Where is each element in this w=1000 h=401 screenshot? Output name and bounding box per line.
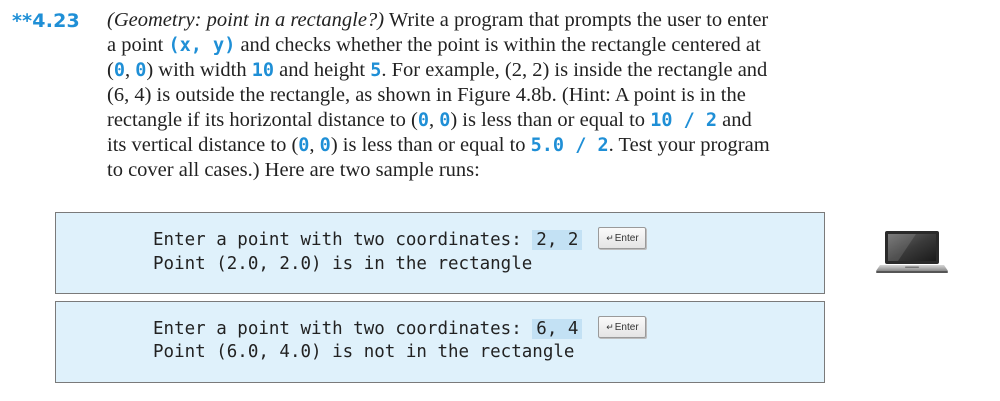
- description-line: (Geometry: point in a rectangle?) Write …: [107, 8, 827, 33]
- sample-run-2: Enter a point with two coordinates: 6, 4…: [55, 301, 825, 383]
- text: (: [107, 59, 114, 81]
- code-zero: 0: [417, 110, 429, 131]
- code-width: 10: [251, 60, 274, 81]
- code-half-width: 10 / 2: [650, 110, 718, 131]
- description-line: (0, 0) with width 10 and height 5. For e…: [107, 58, 827, 83]
- enter-key: ↵Enter: [598, 227, 647, 249]
- text: to cover all cases.) Here are two sample…: [107, 159, 480, 181]
- code-zero: 0: [319, 135, 331, 156]
- user-input: 6, 4: [532, 319, 583, 339]
- text: . Test your program: [608, 134, 770, 156]
- text: (6, 4) is outside the rectangle, as show…: [107, 84, 746, 106]
- text: . For example, (2, 2) is inside the rect…: [381, 59, 768, 81]
- text: and checks whether the point is within t…: [235, 34, 761, 56]
- code-half-height: 5.0 / 2: [530, 135, 609, 156]
- text: rectangle if its horizontal distance to …: [107, 109, 418, 131]
- text: ) is less than or equal to: [450, 109, 651, 131]
- user-input: 2, 2: [532, 230, 583, 250]
- enter-key-label: Enter: [614, 233, 639, 244]
- description-line: its vertical distance to (0, 0) is less …: [107, 133, 827, 158]
- return-arrow-icon: ↵: [606, 233, 614, 243]
- exercise-page: **4.23 (Geometry: point in a rectangle?)…: [0, 0, 1000, 401]
- exercise-description: (Geometry: point in a rectangle?) Write …: [107, 8, 827, 183]
- prompt-line: Enter a point with two coordinates: 2, 2…: [153, 227, 647, 251]
- code-height: 5: [370, 60, 382, 81]
- text: ,: [124, 59, 136, 81]
- prompt-text: Enter a point with two coordinates:: [153, 319, 533, 339]
- exercise-number: **4.23: [12, 10, 80, 32]
- return-arrow-icon: ↵: [606, 322, 614, 332]
- prompt-text: Enter a point with two coordinates:: [153, 230, 533, 250]
- code-zero: 0: [439, 110, 451, 131]
- exercise-title: (Geometry: point in a rectangle?): [107, 9, 385, 31]
- prompt-line: Enter a point with two coordinates: 6, 4…: [153, 316, 647, 340]
- code-zero: 0: [298, 135, 310, 156]
- text: and: [717, 109, 752, 131]
- description-line: to cover all cases.) Here are two sample…: [107, 158, 827, 183]
- text: ,: [309, 134, 320, 156]
- description-line: rectangle if its horizontal distance to …: [107, 108, 827, 133]
- text: its vertical distance to (: [107, 134, 299, 156]
- code-zero: 0: [135, 60, 147, 81]
- description-line: (6, 4) is outside the rectangle, as show…: [107, 83, 827, 108]
- text: ) with width: [146, 59, 252, 81]
- sample-run-1: Enter a point with two coordinates: 2, 2…: [55, 212, 825, 294]
- enter-key: ↵Enter: [598, 316, 647, 338]
- text: a point: [107, 34, 169, 56]
- code-zero: 0: [113, 60, 125, 81]
- output-line: Point (2.0, 2.0) is in the rectangle: [153, 254, 533, 274]
- enter-key-label: Enter: [614, 322, 639, 333]
- text: Write a program that prompts the user to…: [384, 9, 769, 31]
- code-point-xy: (x, y): [168, 35, 236, 56]
- laptop-icon: [876, 231, 948, 273]
- text: ) is less than or equal to: [330, 134, 531, 156]
- description-line: a point (x, y) and checks whether the po…: [107, 33, 827, 58]
- output-line: Point (6.0, 4.0) is not in the rectangle: [153, 342, 575, 362]
- text: and height: [273, 59, 371, 81]
- text: ,: [428, 109, 440, 131]
